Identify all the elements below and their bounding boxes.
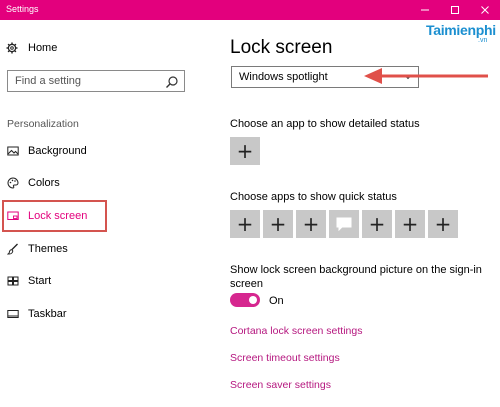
quick-status-add-button-2[interactable]: + xyxy=(263,210,293,238)
quick-status-label: Choose apps to show quick status xyxy=(230,191,397,203)
quick-status-add-button-1[interactable]: + xyxy=(230,210,260,238)
title-bar: Settings xyxy=(0,0,500,20)
search-placeholder: Find a setting xyxy=(15,75,82,87)
close-icon xyxy=(481,6,489,14)
detailed-status-add-button[interactable]: + xyxy=(230,137,260,165)
sidebar-item-background[interactable]: Background xyxy=(0,136,206,166)
link-screen-timeout-settings[interactable]: Screen timeout settings xyxy=(230,352,340,364)
quick-status-add-button-5[interactable]: + xyxy=(362,210,392,238)
sidebar-item-taskbar[interactable]: Taskbar xyxy=(0,299,206,329)
search-icon[interactable] xyxy=(165,75,179,89)
signin-background-toggle[interactable] xyxy=(230,293,260,307)
sidebar-item-label: Themes xyxy=(28,243,68,255)
sidebar: Home Find a setting Personalization Back… xyxy=(0,20,206,407)
message-icon xyxy=(336,217,352,231)
sidebar-item-label: Taskbar xyxy=(28,308,67,320)
plus-icon: + xyxy=(236,212,254,236)
plus-icon: + xyxy=(269,212,287,236)
close-button[interactable] xyxy=(470,0,500,20)
sidebar-item-label: Colors xyxy=(28,177,60,189)
minimize-icon xyxy=(421,9,429,11)
sidebar-item-label: Background xyxy=(28,145,87,157)
signin-background-label-cont: screen xyxy=(230,278,264,290)
start-icon xyxy=(7,275,19,287)
plus-icon: + xyxy=(434,212,452,236)
home-label: Home xyxy=(28,42,58,54)
window-title: Settings xyxy=(6,4,39,14)
palette-icon xyxy=(7,177,19,189)
gear-icon xyxy=(6,42,18,54)
quick-status-add-button-7[interactable]: + xyxy=(428,210,458,238)
search-input[interactable]: Find a setting xyxy=(7,70,185,92)
sidebar-item-label: Start xyxy=(28,275,52,287)
quick-status-add-button-3[interactable]: + xyxy=(296,210,326,238)
quick-status-add-button-6[interactable]: + xyxy=(395,210,425,238)
quick-status-messaging-button[interactable] xyxy=(329,210,359,238)
plus-icon: + xyxy=(236,139,254,163)
taskbar-icon xyxy=(7,308,19,320)
plus-icon: + xyxy=(368,212,386,236)
annotation-arrow xyxy=(364,68,488,84)
image-icon xyxy=(7,145,19,157)
annotation-highlight-box xyxy=(2,200,107,232)
brush-icon xyxy=(7,243,19,255)
home-nav-item[interactable]: Home xyxy=(6,40,57,56)
sidebar-item-start[interactable]: Start xyxy=(0,266,206,296)
sidebar-item-themes[interactable]: Themes xyxy=(0,234,206,264)
page-title: Lock screen xyxy=(230,37,333,58)
toggle-state-label: On xyxy=(269,295,284,307)
signin-background-label: Show lock screen background picture on t… xyxy=(230,264,482,276)
link-cortana-lock-screen-settings[interactable]: Cortana lock screen settings xyxy=(230,325,362,337)
detailed-status-label: Choose an app to show detailed status xyxy=(230,118,420,130)
sidebar-item-colors[interactable]: Colors xyxy=(0,168,206,198)
maximize-button[interactable] xyxy=(440,0,470,20)
plus-icon: + xyxy=(302,212,320,236)
section-personalization: Personalization xyxy=(7,118,79,130)
dropdown-value: Windows spotlight xyxy=(239,71,328,83)
plus-icon: + xyxy=(401,212,419,236)
minimize-button[interactable] xyxy=(410,0,440,20)
maximize-icon xyxy=(451,6,459,14)
toggle-knob xyxy=(249,296,257,304)
main-content: Lock screen Windows spotlight Choose an … xyxy=(206,20,500,407)
link-screen-saver-settings[interactable]: Screen saver settings xyxy=(230,379,331,391)
